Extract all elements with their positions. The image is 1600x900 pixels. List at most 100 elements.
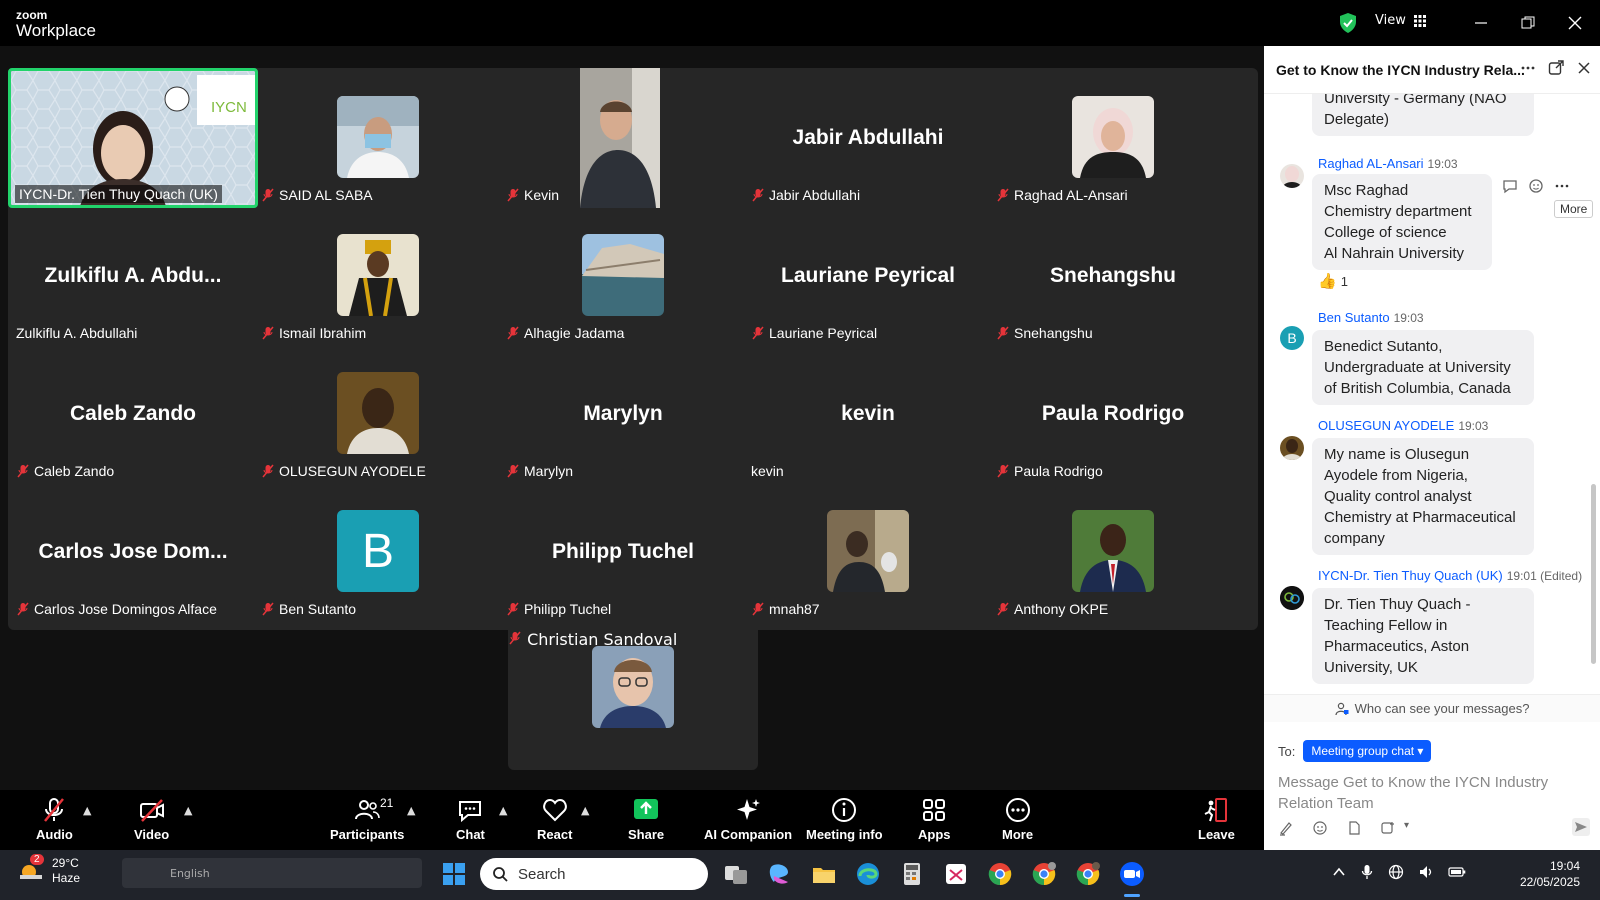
tile-caleb-zando[interactable]: Caleb Zando Caleb Zando [8, 344, 258, 484]
tile-ismail-ibrahim[interactable]: Ismail Ibrahim [253, 206, 503, 346]
snipping-tool-icon[interactable] [942, 860, 970, 888]
to-label: To: [1278, 743, 1296, 759]
language-globe-icon[interactable] [1388, 864, 1404, 880]
pop-out-icon[interactable] [1548, 60, 1564, 76]
weather-widget[interactable]: 2 29°C Haze [18, 854, 80, 886]
file-icon[interactable] [1346, 820, 1362, 836]
tile-anthony-okpe[interactable]: Anthony OKPE [988, 482, 1238, 622]
avatar [827, 510, 909, 592]
battery-icon[interactable] [1448, 866, 1466, 878]
emoji-icon[interactable] [1312, 820, 1328, 836]
chat-scrollbar[interactable] [1591, 484, 1596, 664]
tile-philipp-tuchel[interactable]: Philipp Tuchel Philipp Tuchel [498, 482, 748, 622]
format-icon[interactable] [1278, 820, 1294, 836]
chrome-profile-icon[interactable] [1030, 860, 1058, 888]
zoom-app-icon[interactable] [1118, 860, 1146, 888]
leave-button[interactable]: Leave [1198, 796, 1235, 842]
tile-carlos-jose-domingos-alface[interactable]: Carlos Jose Dom... Carlos Jose Domingos … [8, 482, 258, 622]
send-icon[interactable] [1572, 818, 1590, 836]
tile-kevin-lower[interactable]: kevin kevin [743, 344, 993, 484]
copilot-icon[interactable] [766, 860, 794, 888]
mic-muted-icon [752, 602, 764, 616]
tile-said-al-saba[interactable]: SAID AL SABA [253, 68, 503, 208]
tile-name-label: Raghad AL-Ansari [996, 187, 1128, 203]
minimize-icon[interactable] [1470, 12, 1492, 34]
react-options-chevron-icon[interactable]: ▲ [581, 804, 589, 817]
recipient-dropdown[interactable]: Meeting group chat ▾ [1303, 740, 1432, 762]
meeting-info-button[interactable]: Meeting info [806, 796, 883, 842]
mic-muted-icon [507, 188, 519, 202]
tile-mnah87[interactable]: mnah87 [743, 482, 993, 622]
task-view-icon[interactable] [722, 860, 750, 888]
participant-name: Kevin [524, 187, 560, 203]
participants-options-chevron-icon[interactable]: ▲ [407, 804, 415, 817]
emoji-react-icon[interactable] [1528, 178, 1544, 194]
tile-alhagie-jadama[interactable]: Alhagie Jadama [498, 206, 748, 346]
participant-big-name: Zulkiflu A. Abdu... [44, 264, 222, 287]
file-explorer-icon[interactable] [810, 860, 838, 888]
chevron-down-icon[interactable]: ▾ [1404, 820, 1409, 836]
participant-big-name: Caleb Zando [69, 402, 196, 425]
participant-name: Philipp Tuchel [524, 601, 612, 617]
message-input[interactable]: Message Get to Know the IYCN Industry Re… [1278, 772, 1578, 814]
view-button[interactable]: View [1375, 13, 1426, 28]
share-button[interactable]: Share [628, 796, 664, 842]
tile-christian-sandoval[interactable]: Christian Sandoval [508, 630, 758, 770]
participant-big-name: Marylyn [583, 402, 663, 425]
avatar [337, 234, 419, 316]
audio-options-chevron-icon[interactable]: ▲ [83, 804, 91, 817]
chat-button[interactable]: Chat [456, 796, 485, 842]
tile-paula-rodrigo[interactable]: Paula Rodrigo Paula Rodrigo [988, 344, 1238, 484]
microphone-icon[interactable] [1360, 864, 1374, 880]
tile-zulkiflu-abdullahi[interactable]: Zulkiflu A. Abdu... Zulkiflu A. Abdullah… [8, 206, 258, 346]
reaction-chip[interactable]: 👍 1 [1318, 272, 1348, 290]
apps-button[interactable]: Apps [918, 796, 951, 842]
avatar-initial[interactable]: B [1280, 326, 1304, 350]
tile-olusegun-ayodele[interactable]: OLUSEGUN AYODELE [253, 344, 503, 484]
tile-lauriane-peyrical[interactable]: Lauriane Peyrical Lauriane Peyrical [743, 206, 993, 346]
react-button[interactable]: React [537, 796, 572, 842]
chat-message-list[interactable]: University - Germany (NAO Delegate) Ragh… [1264, 94, 1600, 694]
clock[interactable]: 19:04 22/05/2025 [1520, 858, 1580, 890]
tile-marylyn[interactable]: Marylyn Marylyn [498, 344, 748, 484]
ellipsis-icon[interactable] [1554, 178, 1570, 194]
reply-icon[interactable] [1502, 178, 1518, 194]
video-options-chevron-icon[interactable]: ▲ [184, 804, 192, 817]
screenshot-icon[interactable] [1380, 820, 1396, 836]
tile-name-label: Ismail Ibrahim [261, 325, 366, 341]
who-can-see-link[interactable]: Who can see your messages? [1264, 694, 1600, 722]
audio-button[interactable]: Audio [36, 796, 73, 842]
language-bar[interactable]: English [122, 858, 422, 888]
message-sender: IYCN-Dr. Tien Thuy Quach (UK) 19:01 (Edit… [1318, 568, 1582, 583]
taskbar-search[interactable]: Search [480, 858, 708, 890]
chevron-up-icon[interactable] [1332, 865, 1346, 879]
chrome-icon[interactable] [986, 860, 1014, 888]
mic-muted-icon [997, 188, 1009, 202]
gallery-grid: IYCN IYCN-Dr. Tien Thuy Quach (UK) SAID … [8, 68, 1258, 630]
video-button[interactable]: Video [134, 796, 169, 842]
tile-jabir-abdullahi[interactable]: Jabir Abdullahi Jabir Abdullahi [743, 68, 993, 208]
calculator-icon[interactable] [898, 860, 926, 888]
tile-ben-sutanto[interactable]: B Ben Sutanto [253, 482, 503, 622]
tile-tien-thuy-quach[interactable]: IYCN IYCN-Dr. Tien Thuy Quach (UK) [8, 68, 258, 208]
windows-start-icon[interactable] [440, 860, 468, 888]
chat-options-chevron-icon[interactable]: ▲ [499, 804, 507, 817]
avatar[interactable] [1280, 164, 1304, 188]
chrome-profile-icon-2[interactable] [1074, 860, 1102, 888]
tile-snehangshu[interactable]: Snehangshu Snehangshu [988, 206, 1238, 346]
more-button[interactable]: More [1002, 796, 1033, 842]
volume-icon[interactable] [1418, 864, 1434, 880]
edge-browser-icon[interactable] [854, 860, 882, 888]
tile-kevin[interactable]: Kevin [498, 68, 748, 208]
close-icon[interactable] [1576, 60, 1592, 76]
avatar[interactable] [1280, 436, 1304, 460]
tile-name-label: Caleb Zando [16, 463, 114, 479]
avatar[interactable] [1280, 586, 1304, 610]
ai-companion-button[interactable]: AI Companion [704, 796, 792, 842]
message-line: Ayodele from Nigeria, [1324, 467, 1468, 484]
close-icon[interactable] [1564, 12, 1586, 34]
restore-icon[interactable] [1517, 12, 1539, 34]
shield-icon[interactable] [1338, 12, 1358, 34]
tile-raghad-al-ansari[interactable]: Raghad AL-Ansari [988, 68, 1238, 208]
ellipsis-icon[interactable] [1520, 60, 1536, 76]
